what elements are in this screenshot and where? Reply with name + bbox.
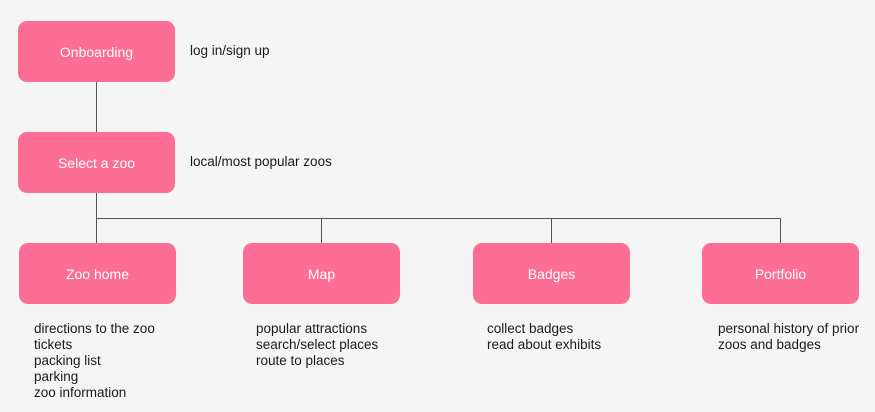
detail-item: personal history of prior [718, 321, 860, 336]
detail-item: directions to the zoo [34, 321, 155, 336]
details-zoo-home: directions to the zoo tickets packing li… [34, 321, 155, 401]
detail-item: parking [34, 369, 79, 384]
detail-item: route to places [256, 353, 345, 368]
node-onboarding: Onboarding [18, 21, 175, 82]
details-portfolio: personal history of prior zoos and badge… [718, 321, 859, 353]
node-select-zoo: Select a zoo [18, 132, 175, 193]
node-onboarding-label: Onboarding [59, 43, 134, 60]
node-portfolio-label: Portfolio [754, 265, 807, 282]
node-select-zoo-label: Select a zoo [57, 154, 136, 171]
node-zoo-home: Zoo home [19, 243, 176, 304]
detail-item: search/select places [256, 337, 379, 352]
details-badges: collect badges read about exhibits [487, 321, 601, 353]
detail-item: collect badges [487, 321, 574, 336]
note-select-zoo: local/most popular zoos [190, 154, 332, 169]
node-zoo-home-label: Zoo home [65, 265, 130, 282]
node-map-label: Map [307, 265, 336, 282]
detail-item: zoo information [34, 385, 127, 400]
node-badges-label: Badges [527, 265, 576, 282]
detail-item: zoos and badges [718, 337, 821, 352]
details-map: popular attractions search/select places… [256, 321, 378, 369]
note-onboarding: log in/sign up [190, 43, 270, 58]
detail-item: popular attractions [256, 321, 368, 336]
node-portfolio: Portfolio [702, 243, 859, 304]
detail-item: read about exhibits [487, 337, 602, 352]
detail-item: packing list [34, 353, 101, 368]
node-map: Map [243, 243, 400, 304]
detail-item: tickets [34, 337, 73, 352]
node-badges: Badges [473, 243, 630, 304]
